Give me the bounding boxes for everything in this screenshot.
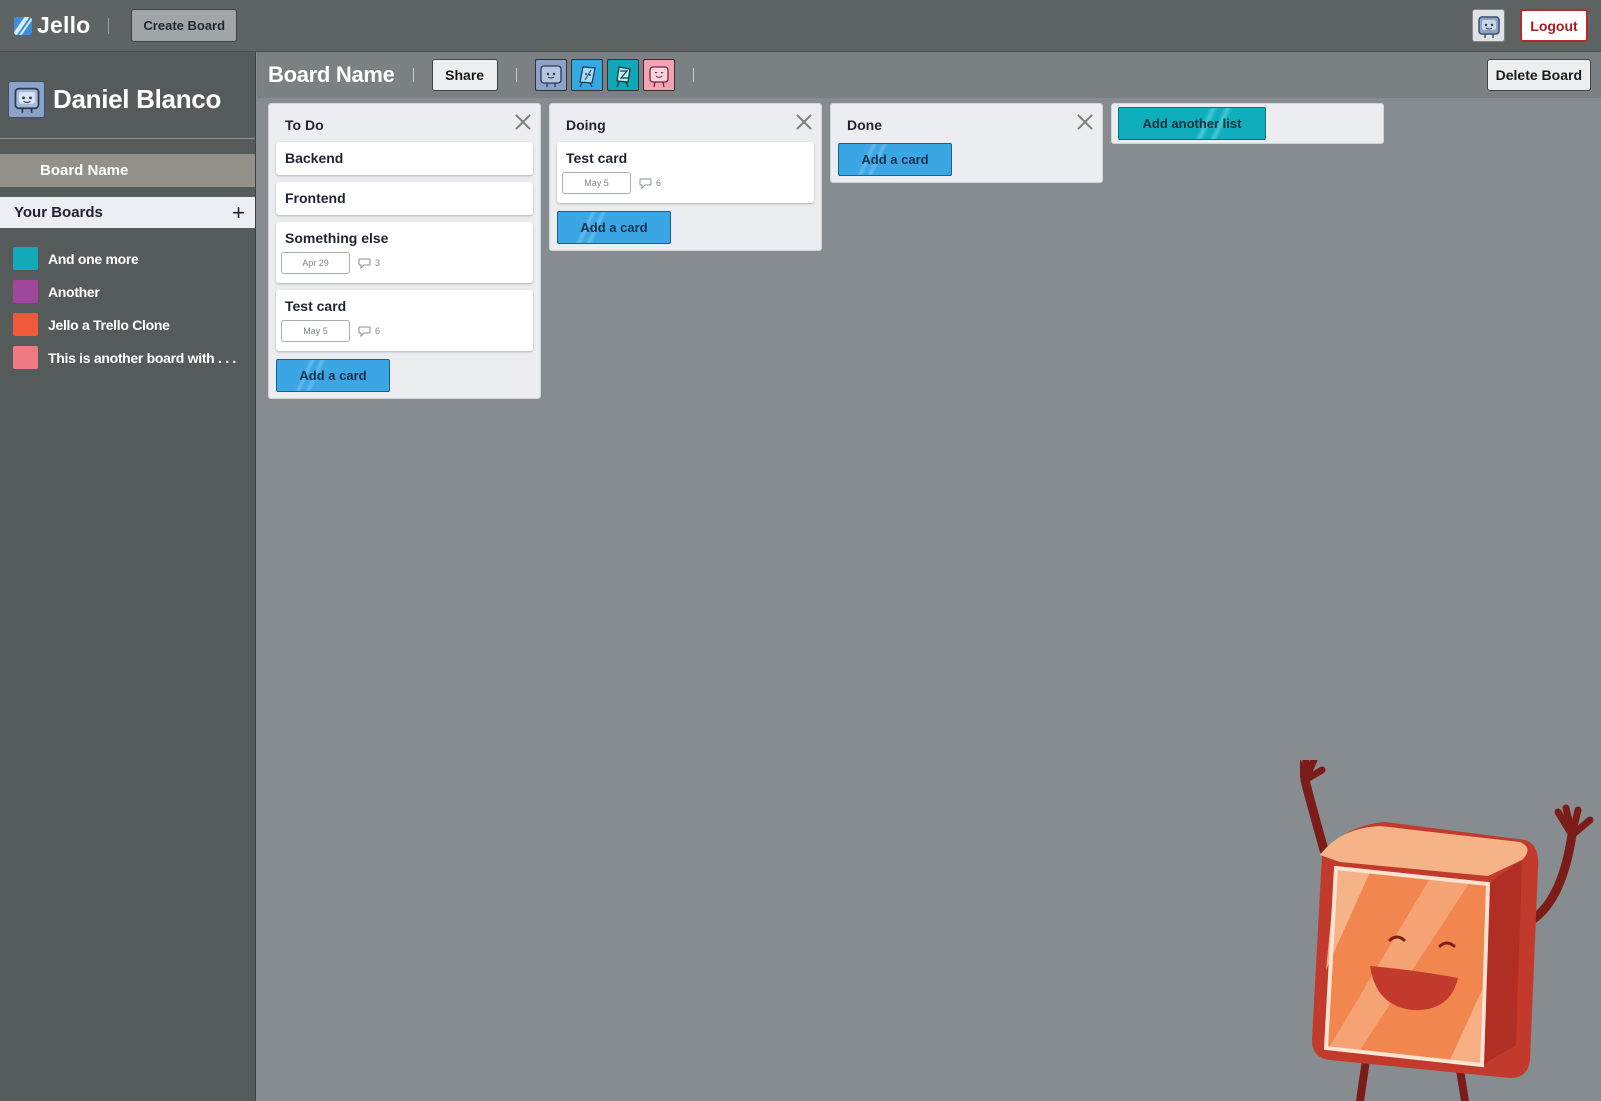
board-color-swatch — [13, 247, 38, 270]
create-board-button[interactable]: Create Board — [131, 9, 238, 42]
app-logo[interactable]: Jello — [14, 12, 90, 39]
comment-count: 6 — [656, 178, 662, 188]
list-to-do: To Do Backend Frontend Something else Ap… — [268, 103, 541, 399]
user-avatar-icon[interactable] — [1472, 9, 1505, 42]
member-avatar-icon[interactable] — [534, 59, 567, 91]
board-color-swatch — [13, 346, 38, 369]
close-icon[interactable] — [1076, 113, 1094, 131]
member-avatar-icon[interactable] — [606, 59, 639, 91]
due-date-badge: Apr 29 — [281, 252, 350, 274]
add-card-button[interactable]: Add a card — [276, 359, 390, 392]
close-icon[interactable] — [514, 113, 532, 131]
list-title[interactable]: To Do — [285, 117, 324, 133]
board-members — [534, 59, 675, 91]
board-color-swatch — [13, 280, 38, 303]
card-title: Something else — [285, 230, 389, 246]
delete-board-button[interactable]: Delete Board — [1486, 59, 1591, 91]
board-label: And one more — [48, 250, 139, 267]
card-title: Frontend — [285, 190, 346, 206]
divider — [692, 68, 694, 82]
list-done: Done Add a card — [830, 103, 1103, 183]
add-card-button[interactable]: Add a card — [557, 211, 671, 244]
card[interactable]: Something else Apr 29 3 — [276, 222, 533, 283]
card-meta: May 5 6 — [562, 172, 805, 194]
comment-icon — [358, 326, 371, 337]
jello-logo-icon — [14, 16, 32, 35]
card-title: Test card — [566, 150, 628, 166]
board-header: Board Name Share Delete Board — [257, 52, 1601, 98]
card-container: Test card May 5 6 Add a card — [550, 142, 821, 250]
list-header: Doing — [550, 104, 821, 142]
divider — [412, 68, 414, 82]
comment-icon — [639, 178, 652, 189]
card-meta: Apr 29 3 — [281, 252, 524, 274]
user-profile: Daniel Blanco — [0, 52, 255, 139]
divider — [108, 17, 110, 34]
comment-count: 3 — [375, 258, 381, 268]
add-card-button[interactable]: Add a card — [838, 143, 952, 176]
add-list-container: Add another list — [1111, 103, 1384, 144]
card[interactable]: Test card May 5 6 — [557, 142, 814, 203]
list-doing: Doing Test card May 5 6 Add a card — [549, 103, 822, 251]
profile-avatar-icon[interactable] — [8, 80, 45, 118]
add-board-icon[interactable]: + — [232, 201, 245, 224]
comment-icon — [358, 258, 371, 269]
divider — [515, 68, 517, 82]
list-header: Done — [831, 104, 1102, 142]
list-header: To Do — [269, 104, 540, 142]
logout-button[interactable]: Logout — [1520, 9, 1588, 42]
your-boards-header: Your Boards + — [0, 197, 255, 228]
due-date-badge: May 5 — [281, 320, 350, 342]
due-date-badge: May 5 — [562, 172, 631, 194]
board-label: Jello a Trello Clone — [48, 316, 170, 333]
card[interactable]: Frontend — [276, 182, 533, 215]
board-item[interactable]: This is another board with . . . — [0, 341, 255, 374]
app-name: Jello — [37, 12, 91, 38]
card-title: Backend — [285, 150, 344, 166]
board-color-swatch — [13, 313, 38, 336]
member-avatar-icon[interactable] — [570, 59, 603, 91]
board-item[interactable]: And one more — [0, 242, 255, 275]
card-container: Backend Frontend Something else Apr 29 3… — [269, 142, 540, 398]
list-title[interactable]: Doing — [566, 117, 606, 133]
comment-count: 6 — [375, 326, 381, 336]
card-container: Add a card — [831, 142, 1102, 182]
user-name: Daniel Blanco — [53, 83, 222, 114]
board-label: This is another board with . . . — [48, 349, 236, 366]
card-title: Test card — [285, 298, 347, 314]
current-board-link[interactable]: Board Name — [0, 154, 255, 187]
your-boards-label: Your Boards — [14, 204, 103, 221]
card-meta: May 5 6 — [281, 320, 524, 342]
jello-mascot-illustration — [1300, 760, 1594, 1101]
share-button[interactable]: Share — [431, 59, 498, 91]
board-label: Another — [48, 283, 100, 300]
card[interactable]: Backend — [276, 142, 533, 175]
close-icon[interactable] — [795, 113, 813, 131]
member-avatar-icon[interactable] — [642, 59, 675, 91]
sidebar: Daniel Blanco Board Name Your Boards + A… — [0, 52, 256, 1101]
board-item[interactable]: Jello a Trello Clone — [0, 308, 255, 341]
add-list-button[interactable]: Add another list — [1118, 107, 1266, 140]
board-list: And one more Another Jello a Trello Clon… — [0, 242, 255, 374]
board-title[interactable]: Board Name — [268, 62, 395, 88]
top-bar: Jello Create Board Logout — [0, 0, 1601, 52]
board-item[interactable]: Another — [0, 275, 255, 308]
list-title[interactable]: Done — [847, 117, 882, 133]
card[interactable]: Test card May 5 6 — [276, 290, 533, 351]
